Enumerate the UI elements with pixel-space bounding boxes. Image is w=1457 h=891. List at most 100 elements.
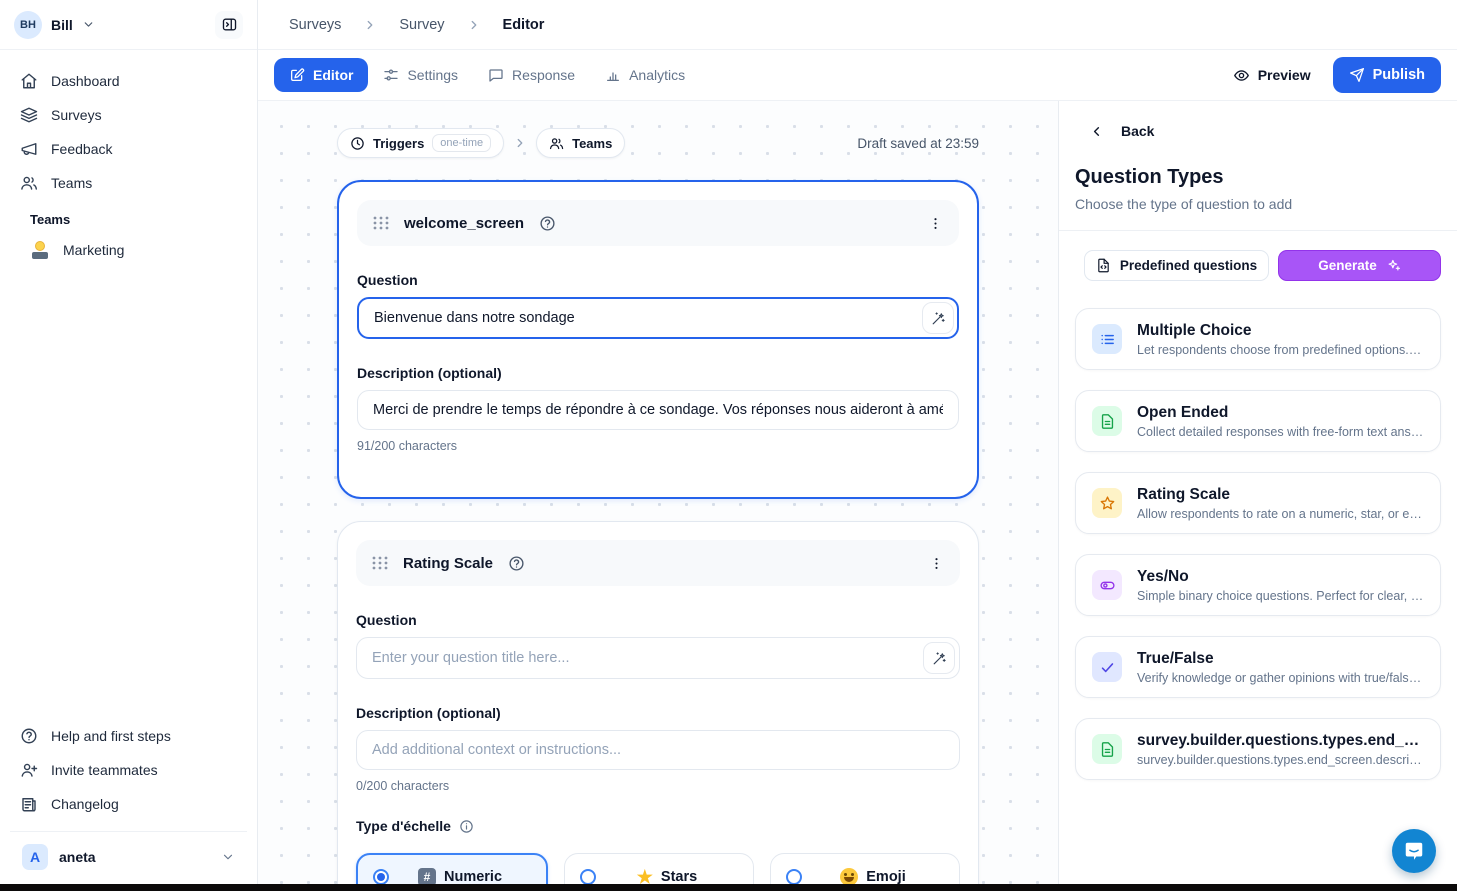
layers-icon	[20, 106, 38, 124]
toolbar-actions: Preview Publish	[1233, 57, 1441, 93]
question-title-input[interactable]	[357, 297, 959, 339]
predefined-label: Predefined questions	[1120, 258, 1257, 273]
clock-icon	[350, 136, 365, 151]
sidebar-item-marketing[interactable]: Marketing	[10, 233, 247, 267]
description-input[interactable]	[357, 390, 959, 430]
type-title: Multiple Choice	[1137, 322, 1424, 340]
chevron-right-icon	[363, 18, 377, 32]
question-card-title: welcome_screen	[404, 215, 524, 232]
back-label: Back	[1121, 123, 1154, 139]
smiley-emoji-icon	[840, 868, 858, 884]
scale-option-emoji[interactable]: Emoji	[770, 853, 960, 884]
file-code-icon	[1096, 258, 1111, 273]
draft-status: Draft saved at 23:59	[857, 136, 979, 151]
breadcrumb-surveys[interactable]: Surveys	[289, 17, 341, 33]
chevron-right-icon	[467, 18, 481, 32]
tab-label: Analytics	[629, 67, 685, 83]
scale-option-numeric[interactable]: # Numeric	[356, 853, 548, 884]
type-desc: survey.builder.questions.types.end_scree…	[1137, 753, 1424, 767]
option-label: Stars	[661, 869, 697, 884]
help-circle-icon[interactable]	[508, 555, 525, 572]
back-button[interactable]: Back	[1075, 123, 1441, 139]
sidebar-nav: Dashboard Surveys Feedback Teams Teams M…	[0, 50, 257, 267]
sidebar-item-invite[interactable]: Invite teammates	[10, 753, 247, 787]
question-title-input[interactable]	[356, 637, 960, 679]
tab-analytics[interactable]: Analytics	[590, 58, 700, 92]
sidebar-item-surveys[interactable]: Surveys	[10, 98, 247, 132]
kebab-menu-icon[interactable]	[928, 216, 943, 231]
scale-type-row: Type d'échelle	[356, 818, 960, 834]
predefined-questions-button[interactable]: Predefined questions	[1084, 250, 1269, 281]
eye-icon	[1233, 67, 1250, 84]
question-types-panel: Back Question Types Choose the type of q…	[1058, 101, 1457, 884]
chat-launcher[interactable]	[1392, 829, 1436, 873]
publish-label: Publish	[1373, 67, 1425, 83]
sidebar-item-label: Help and first steps	[51, 728, 171, 744]
description-input[interactable]	[356, 730, 960, 770]
tab-response[interactable]: Response	[473, 58, 590, 92]
star-icon	[1092, 488, 1122, 518]
avatar[interactable]: BH	[14, 11, 42, 39]
type-desc: Collect detailed responses with free-for…	[1137, 425, 1424, 439]
type-card-end-screen[interactable]: survey.builder.questions.types.end_scr..…	[1075, 718, 1441, 780]
tab-settings[interactable]: Settings	[368, 58, 473, 92]
user-plus-icon	[20, 761, 38, 779]
technologist-emoji	[30, 240, 50, 260]
magic-wand-icon[interactable]	[923, 642, 955, 674]
info-icon[interactable]	[459, 819, 474, 834]
char-count: 91/200 characters	[357, 439, 959, 453]
drag-handle-icon[interactable]	[372, 556, 388, 570]
team-item-label: Marketing	[63, 242, 124, 258]
type-card-true-false[interactable]: True/False Verify knowledge or gather op…	[1075, 636, 1441, 698]
main-area: Surveys Survey Editor Editor Settings Re…	[258, 0, 1457, 884]
magic-wand-icon[interactable]	[922, 302, 954, 334]
breadcrumb-survey[interactable]: Survey	[399, 17, 444, 33]
generate-button[interactable]: Generate	[1278, 250, 1441, 281]
chevron-down-icon[interactable]	[82, 18, 95, 31]
home-icon	[20, 72, 38, 90]
triggers-chip[interactable]: Triggers one-time	[337, 128, 504, 158]
type-title: Rating Scale	[1137, 486, 1424, 504]
chevron-right-icon	[513, 136, 527, 150]
drag-handle-icon[interactable]	[373, 216, 389, 230]
type-card-open-ended[interactable]: Open Ended Collect detailed responses wi…	[1075, 390, 1441, 452]
option-label: Numeric	[444, 869, 502, 884]
tab-editor[interactable]: Editor	[274, 58, 368, 92]
sidebar-item-changelog[interactable]: Changelog	[10, 787, 247, 821]
option-label: Emoji	[866, 869, 905, 884]
users-icon	[549, 136, 564, 151]
hash-keycap-icon: #	[418, 868, 436, 884]
type-card-yes-no[interactable]: Yes/No Simple binary choice questions. P…	[1075, 554, 1441, 616]
sidebar-item-feedback[interactable]: Feedback	[10, 132, 247, 166]
sidebar-toggle-icon[interactable]	[215, 11, 243, 39]
type-card-rating-scale[interactable]: Rating Scale Allow respondents to rate o…	[1075, 472, 1441, 534]
sliders-icon	[383, 67, 399, 83]
question-label: Question	[356, 612, 960, 628]
scale-option-stars[interactable]: ★ Stars	[564, 853, 754, 884]
help-circle-icon[interactable]	[539, 215, 556, 232]
sidebar-section-teams: Teams	[10, 200, 247, 233]
sidebar-item-dashboard[interactable]: Dashboard	[10, 64, 247, 98]
description-label: Description (optional)	[357, 365, 959, 381]
question-card-welcome-screen[interactable]: welcome_screen Question Description (opt…	[337, 180, 979, 499]
sidebar-item-help[interactable]: Help and first steps	[10, 719, 247, 753]
publish-button[interactable]: Publish	[1333, 57, 1441, 93]
sidebar-item-teams[interactable]: Teams	[10, 166, 247, 200]
type-card-multiple-choice[interactable]: Multiple Choice Let respondents choose f…	[1075, 308, 1441, 370]
scale-type-label: Type d'échelle	[356, 818, 451, 834]
radio-icon	[580, 869, 596, 884]
teams-chip[interactable]: Teams	[536, 128, 625, 158]
divider	[1059, 230, 1457, 231]
preview-button[interactable]: Preview	[1233, 67, 1311, 84]
kebab-menu-icon[interactable]	[929, 556, 944, 571]
workspace-user-name[interactable]: Bill	[51, 17, 73, 33]
question-card-rating-scale[interactable]: Rating Scale Question Description (optio…	[337, 521, 979, 884]
panel-title: Question Types	[1075, 166, 1441, 189]
star-emoji-icon: ★	[637, 868, 653, 884]
sparkles-icon	[1386, 258, 1401, 273]
panel-buttons: Predefined questions Generate	[1075, 250, 1441, 281]
account-switcher[interactable]: A aneta	[10, 831, 247, 884]
question-card-title: Rating Scale	[403, 555, 493, 572]
question-label: Question	[357, 272, 959, 288]
sidebar-item-label: Dashboard	[51, 73, 120, 89]
